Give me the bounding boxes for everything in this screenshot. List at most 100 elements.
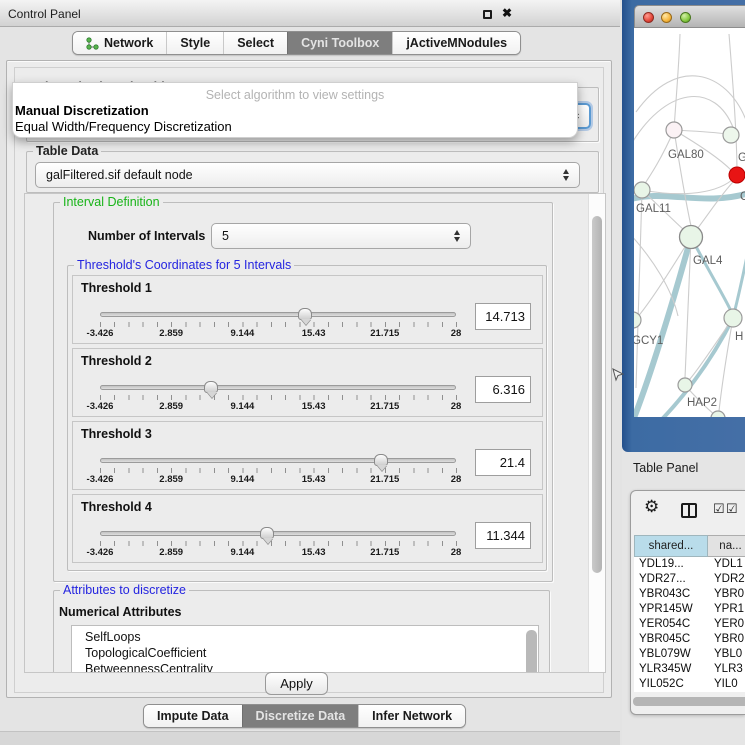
tab-impute-data[interactable]: Impute Data: [144, 705, 242, 727]
close-icon[interactable]: ✖: [502, 6, 512, 20]
threshold-value-input[interactable]: 11.344: [475, 522, 531, 549]
numerical-attributes-list[interactable]: SelfLoopsTopologicalCoefficientBetweenne…: [71, 625, 539, 673]
node-gal80[interactable]: [666, 122, 682, 138]
minimize-traffic-light-icon[interactable]: [661, 12, 672, 23]
table-row[interactable]: YDL19...YDL1: [634, 557, 745, 572]
tick-label: 15.43: [302, 547, 326, 558]
node-bottom[interactable]: [711, 411, 725, 417]
attribute-list-item[interactable]: TopologicalCoefficient: [85, 645, 538, 661]
slider-ticks: [100, 322, 457, 327]
node-hap2[interactable]: [678, 378, 692, 392]
threshold-value-input[interactable]: 14.713: [475, 303, 531, 330]
number-of-intervals-label: Number of Intervals: [88, 229, 205, 243]
cell-name[interactable]: YDR2: [708, 572, 745, 587]
cell-name[interactable]: YER0: [708, 617, 745, 632]
threshold-panel: Threshold 1-3.4262.8599.14415.4321.71528…: [72, 275, 543, 344]
tab-network[interactable]: Network: [73, 32, 166, 54]
toolbox-tabs: Network Style Select Cyni Toolbox jActiv…: [72, 31, 521, 55]
cell-name[interactable]: YBR0: [708, 587, 745, 602]
thresholds-group: Threshold's Coordinates for 5 Intervals …: [67, 265, 547, 571]
column-header-shared-name[interactable]: shared...: [634, 535, 708, 557]
table-row[interactable]: YBR045CYBR0: [634, 632, 745, 647]
tick-label: 2.859: [159, 474, 183, 485]
scrollbar-thumb[interactable]: [592, 216, 602, 573]
node-gal4[interactable]: [680, 226, 703, 249]
slider-handle[interactable]: [298, 308, 312, 320]
cell-shared-name[interactable]: YDR27...: [634, 572, 708, 587]
table-row[interactable]: YER054CYER0: [634, 617, 745, 632]
cell-shared-name[interactable]: YIL052C: [634, 677, 708, 692]
cell-shared-name[interactable]: YLR345W: [634, 662, 708, 677]
checkbox-icon[interactable]: ☑: [726, 501, 738, 517]
threshold-value-input[interactable]: 21.4: [475, 449, 531, 476]
slider-handle[interactable]: [374, 454, 388, 466]
node-selected-red[interactable]: [729, 167, 745, 183]
zoom-traffic-light-icon[interactable]: [680, 12, 691, 23]
tab-jactivemnodules[interactable]: jActiveMNodules: [392, 32, 520, 54]
table-data-combobox[interactable]: galFiltered.sif default node: [35, 162, 580, 188]
popup-option-manual-discretization[interactable]: Manual Discretization: [15, 103, 149, 118]
tab-label: Network: [104, 36, 153, 50]
tick-label: 9.144: [231, 328, 255, 339]
tab-select[interactable]: Select: [223, 32, 287, 54]
table-header-row: shared... na...: [634, 535, 745, 557]
cell-name[interactable]: YBL0: [708, 647, 745, 662]
threshold-slider[interactable]: [100, 458, 456, 463]
network-canvas[interactable]: GAL80 G C GAL11 GAL4 GCY1 H HAP2: [634, 28, 745, 417]
list-scrollbar[interactable]: [526, 630, 537, 673]
node-gal11[interactable]: [634, 182, 650, 198]
viewport-scrollbar[interactable]: [588, 194, 605, 672]
gear-icon[interactable]: ⚙: [644, 497, 659, 517]
table-row[interactable]: YBR043CYBR0: [634, 587, 745, 602]
tick-label: 28: [451, 328, 462, 339]
table-row[interactable]: YBL079WYBL0: [634, 647, 745, 662]
tab-style[interactable]: Style: [166, 32, 223, 54]
threshold-panel: Threshold 4-3.4262.8599.14415.4321.71528…: [72, 494, 543, 563]
table-row[interactable]: YIL052CYIL0: [634, 677, 745, 692]
tab-discretize-data[interactable]: Discretize Data: [242, 705, 359, 727]
tick-label: -3.426: [87, 401, 114, 412]
table-row[interactable]: YDR27...YDR2: [634, 572, 745, 587]
table-row[interactable]: YLR345WYLR3: [634, 662, 745, 677]
slider-handle[interactable]: [204, 381, 218, 393]
popup-option-equal-width-frequency[interactable]: Equal Width/Frequency Discretization: [15, 119, 232, 134]
cell-shared-name[interactable]: YPR145W: [634, 602, 708, 617]
slider-handle[interactable]: [260, 527, 274, 539]
tab-infer-network[interactable]: Infer Network: [358, 705, 465, 727]
cell-shared-name[interactable]: YDL19...: [634, 557, 708, 572]
threshold-slider[interactable]: [100, 312, 456, 317]
group-title: Table Data: [33, 144, 101, 158]
tab-cyni-toolbox[interactable]: Cyni Toolbox: [287, 32, 392, 54]
cell-name[interactable]: YIL0: [708, 677, 745, 692]
table-row[interactable]: YPR145WYPR1: [634, 602, 745, 617]
network-icon: [86, 37, 99, 50]
table-data-group: Table Data galFiltered.sif default node: [26, 151, 599, 193]
tick-label: 9.144: [231, 547, 255, 558]
float-window-icon[interactable]: [483, 10, 492, 19]
threshold-slider[interactable]: [100, 531, 456, 536]
number-of-intervals-combobox[interactable]: 5: [211, 223, 471, 249]
combo-stepper-icon: [454, 230, 461, 242]
slider-scale: -3.4262.8599.14415.4321.71528: [100, 547, 456, 559]
cell-name[interactable]: YDL1: [708, 557, 745, 572]
network-window-titlebar[interactable]: [634, 5, 745, 28]
column-header-name[interactable]: na...: [708, 535, 745, 557]
threshold-slider[interactable]: [100, 385, 456, 390]
close-traffic-light-icon[interactable]: [643, 12, 654, 23]
apply-button[interactable]: Apply: [265, 672, 328, 695]
checkbox-icon[interactable]: ☑: [713, 501, 725, 517]
columns-icon[interactable]: [681, 503, 697, 518]
cell-shared-name[interactable]: YBR045C: [634, 632, 708, 647]
cell-shared-name[interactable]: YBR043C: [634, 587, 708, 602]
node-top-right[interactable]: [723, 127, 739, 143]
control-panel-titlebar: Control Panel ✖: [0, 0, 620, 27]
attribute-list-item[interactable]: SelfLoops: [85, 629, 538, 645]
cell-shared-name[interactable]: YER054C: [634, 617, 708, 632]
threshold-value-input[interactable]: 6.316: [475, 376, 531, 403]
cell-name[interactable]: YPR1: [708, 602, 745, 617]
cell-name[interactable]: YLR3: [708, 662, 745, 677]
cell-shared-name[interactable]: YBL079W: [634, 647, 708, 662]
node-h[interactable]: [724, 309, 742, 327]
table-hscrollbar[interactable]: [633, 697, 745, 706]
cell-name[interactable]: YBR0: [708, 632, 745, 647]
